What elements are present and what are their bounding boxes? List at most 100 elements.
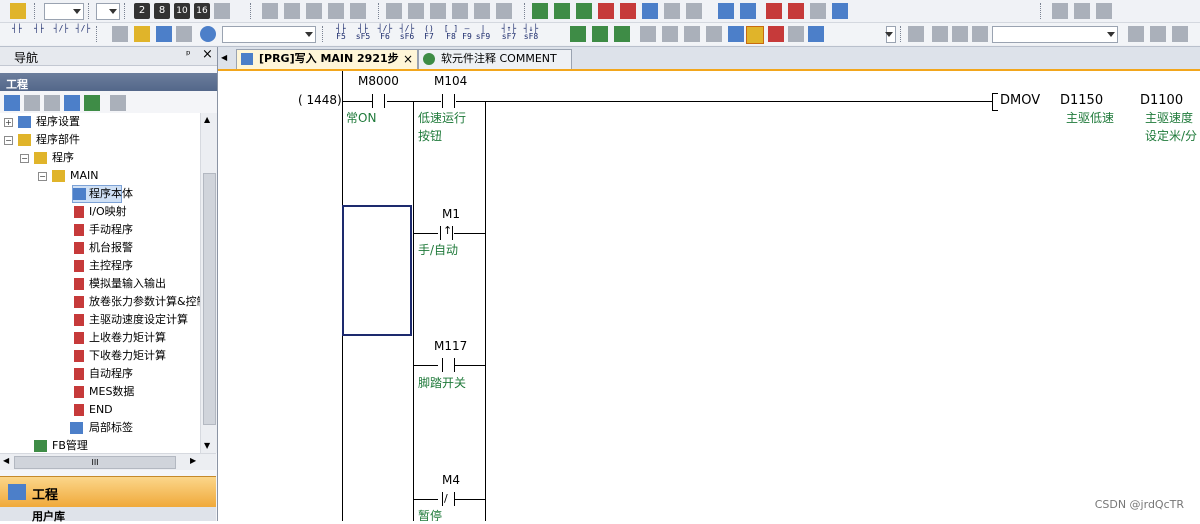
toolbar-grip[interactable] [900,26,904,42]
refresh-icon[interactable] [84,95,100,111]
toolbar-grip[interactable] [378,3,382,19]
note-icon[interactable] [684,26,700,42]
device-number-8[interactable]: 8 [154,3,170,19]
plc-write-icon[interactable] [554,3,570,19]
tree-horizontal-scrollbar[interactable]: ◀ III ▶ [0,453,216,470]
convert-icon[interactable] [570,26,586,42]
instruction-dst[interactable]: D1100 [1140,93,1183,108]
toolbar-combo-1[interactable] [44,3,84,20]
toolbar-grip[interactable] [34,3,38,19]
contact-rising-m1[interactable]: ↑ [440,224,454,240]
tools-icon[interactable] [1096,3,1112,19]
device-list-icon[interactable] [452,3,468,19]
contact-nc-or-icon[interactable]: ┤/├ [72,25,94,43]
layout-icon[interactable] [1074,3,1090,19]
line-sf9-icon[interactable]: | sF9 [472,25,494,43]
contact-or-icon[interactable]: ┤├ [28,25,50,43]
cross-reference-icon[interactable] [430,3,446,19]
plc-read-icon[interactable] [532,3,548,19]
watch-icon[interactable] [788,26,804,42]
statement-icon[interactable] [662,26,678,42]
dev-icon[interactable] [718,3,734,19]
new-file-icon[interactable] [112,26,128,42]
property-icon[interactable] [64,95,80,111]
contact-sf6-icon[interactable]: ┤/├ sF6 [396,25,418,43]
replace-icon[interactable] [408,3,424,19]
ladder-cursor[interactable] [342,205,412,336]
search-icon[interactable] [474,3,490,19]
help-icon[interactable] [200,26,216,42]
device-number-10[interactable]: 10 [174,3,190,19]
instruction-src[interactable]: D1150 [1060,93,1103,108]
contact-no-m8000[interactable] [372,94,386,108]
sfc-icon-1[interactable] [908,26,924,42]
monitor-icon[interactable] [664,3,680,19]
scroll-thumb[interactable] [203,173,216,425]
pin-icon[interactable]: ᵖ [186,48,191,61]
sfc-icon-6[interactable] [1150,26,1166,42]
toolbar-grip[interactable] [322,26,326,42]
zoom-icon[interactable] [706,26,722,42]
online-change-icon[interactable] [614,26,630,42]
scroll-up-icon[interactable]: ▲ [204,115,210,124]
tree-item-program-body[interactable]: 程序本体 [72,185,133,203]
clock-icon[interactable] [496,3,512,19]
ladder-col-icon[interactable] [350,3,366,19]
monitor-stop-icon[interactable] [620,3,636,19]
expander-icon[interactable]: − [20,154,29,163]
toolbar-combo-3[interactable] [885,26,896,43]
comment-display-icon[interactable] [746,26,764,44]
dev-batch-icon[interactable] [740,3,756,19]
ladder-edit-icon[interactable] [262,3,278,19]
device-number-2[interactable]: 2 [134,3,150,19]
project-icon[interactable] [10,3,26,19]
expander-icon[interactable]: − [4,136,13,145]
contact-f5-icon[interactable]: ┤├ F5 [330,25,352,43]
bottom-tab-project[interactable]: 工程 [0,476,216,507]
expander-icon[interactable]: + [4,118,13,127]
monitor-mode-icon[interactable] [768,26,784,42]
sfc-icon-5[interactable] [1128,26,1144,42]
sfc-icon-2[interactable] [932,26,948,42]
expander-icon[interactable]: − [38,172,47,181]
contact-sf5-icon[interactable]: ┤├ sF5 [352,25,374,43]
scroll-right-icon[interactable]: ▶ [190,456,196,465]
copy-icon[interactable] [24,95,40,111]
sfc-icon-4[interactable] [972,26,988,42]
bottom-tab-user-library[interactable]: 用户库 [0,507,216,523]
tab-scroll-left-icon[interactable]: ◀ [221,53,227,62]
ladder-insert-icon[interactable] [284,3,300,19]
contact-no-m117[interactable] [442,358,456,372]
tab-main-program[interactable]: [PRG]写入 MAIN 2921步 × [236,49,418,69]
paste-icon[interactable] [44,95,60,111]
sfc-icon-3[interactable] [952,26,968,42]
debug-icon[interactable] [788,3,804,19]
find-device-icon[interactable] [808,26,824,42]
plc-verify-icon[interactable] [576,3,592,19]
diagnostics-icon[interactable] [766,3,782,19]
monitor-start-icon[interactable] [598,3,614,19]
toolbar-grip[interactable] [96,26,100,42]
open-folder-icon[interactable] [134,26,150,42]
instruction-op[interactable]: DMOV [1000,93,1040,108]
tab-device-comment[interactable]: 软元件注释 COMMENT [418,49,572,69]
simulator-icon[interactable] [686,3,702,19]
align-icon[interactable] [1052,3,1068,19]
number-format-icon[interactable] [214,3,230,19]
contact-nc-m4[interactable]: / [442,492,456,506]
monitor-write-icon[interactable] [642,3,658,19]
filter-icon[interactable] [110,95,126,111]
print-icon[interactable] [176,26,192,42]
contact-no-m104[interactable] [442,94,456,108]
ladder-delete-icon[interactable] [306,3,322,19]
close-icon[interactable]: × [202,47,213,62]
sfc-icon-7[interactable] [1172,26,1188,42]
toolbar-combo-2[interactable] [96,3,120,20]
toolbar-grip[interactable] [524,3,528,19]
ladder-editor[interactable]: ( 1448) M8000 常ON M104 低速运行 按钮 M1 ↑ 手/自动… [218,71,1200,521]
convert-all-icon[interactable] [592,26,608,42]
toolbar-grip[interactable] [88,3,92,19]
window-icon[interactable] [832,3,848,19]
toolbar-grip[interactable] [1040,3,1044,19]
rising-sf7-icon[interactable]: ┤↑├ sF7 [498,25,520,43]
